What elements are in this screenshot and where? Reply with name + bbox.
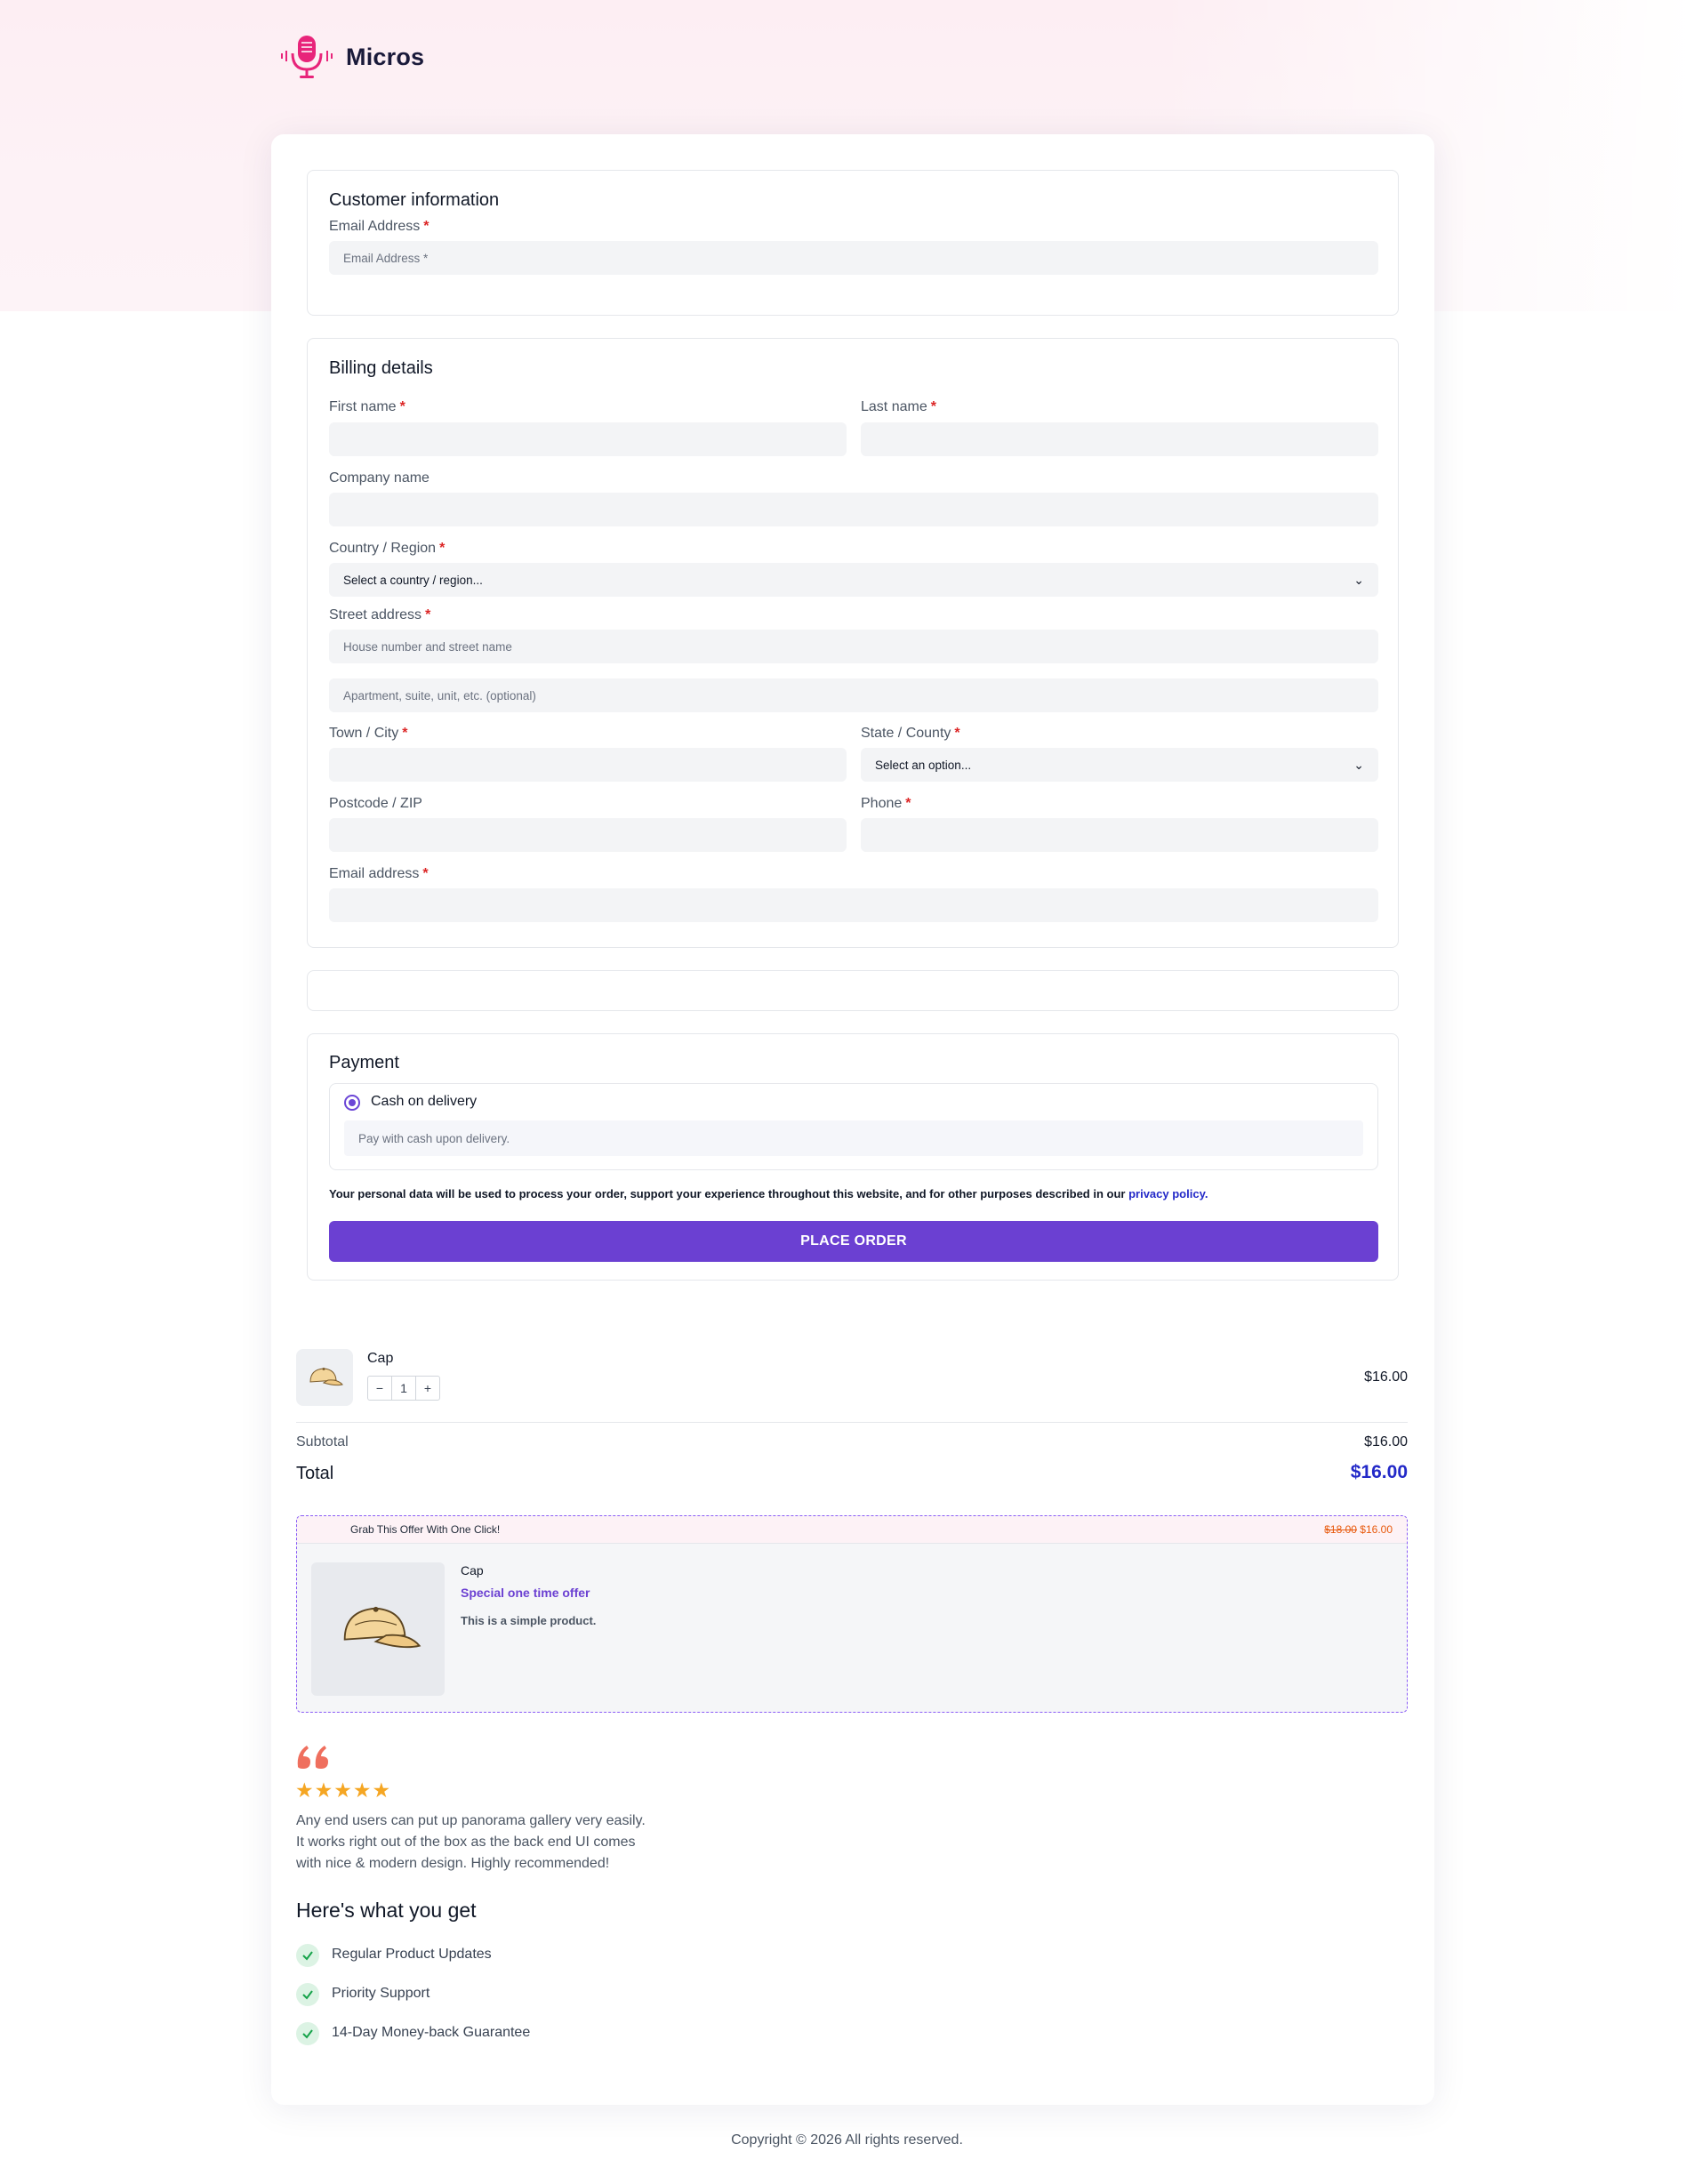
cash-on-delivery-label[interactable]: Cash on delivery xyxy=(371,1094,477,1110)
state-label: State / County * xyxy=(861,726,960,741)
street-label: Street address * xyxy=(329,607,431,622)
check-icon xyxy=(296,1983,319,2006)
microphone-logo-icon xyxy=(281,36,333,78)
offer-description: This is a simple product. xyxy=(461,1614,597,1627)
offer-price: $18.00 $16.00 xyxy=(1324,1523,1393,1536)
privacy-notice: Your personal data will be used to proce… xyxy=(329,1187,1208,1200)
brand-name: Micros xyxy=(346,43,425,70)
benefit-item: 14-Day Money-back Guarantee xyxy=(332,2025,531,2040)
benefits-title: Here's what you get xyxy=(296,1899,477,1922)
brand-logo[interactable]: Micros xyxy=(278,34,424,80)
customer-email-field[interactable]: Email Address * xyxy=(329,241,1378,275)
country-label: Country / Region * xyxy=(329,541,446,556)
payment-method-box: Cash on delivery Pay with cash upon deli… xyxy=(329,1083,1378,1170)
benefit-item: Priority Support xyxy=(332,1986,430,2001)
empty-section xyxy=(307,970,1399,1011)
chevron-down-icon: ⌄ xyxy=(1353,757,1364,772)
billing-section: Billing details First name * Last name * C… xyxy=(307,338,1399,948)
total-label: Total xyxy=(296,1464,334,1483)
customer-info-section: Customer information Email Address * Emai… xyxy=(307,170,1399,316)
first-name-label: First name * xyxy=(329,399,405,414)
first-name-field[interactable] xyxy=(329,422,847,456)
last-name-field[interactable] xyxy=(861,422,1378,456)
order-item-price: $16.00 xyxy=(1364,1369,1408,1385)
last-name-label: Last name * xyxy=(861,399,936,414)
offer-tagline: Special one time offer xyxy=(461,1586,590,1600)
phone-field[interactable] xyxy=(861,818,1378,852)
total-value: $16.00 xyxy=(1350,1462,1408,1482)
postcode-label: Postcode / ZIP xyxy=(329,796,422,811)
payment-description: Pay with cash upon delivery. xyxy=(344,1120,1363,1156)
copyright-footer: Copyright © 2026 All rights reserved. xyxy=(731,2132,963,2148)
section-title: Payment xyxy=(329,1053,399,1072)
privacy-policy-link[interactable]: privacy policy. xyxy=(1128,1187,1208,1200)
company-label: Company name xyxy=(329,470,430,486)
section-title: Customer information xyxy=(329,190,500,210)
chevron-down-icon: ⌄ xyxy=(1353,572,1364,587)
city-label: Town / City * xyxy=(329,726,408,741)
state-select[interactable]: Select an option... ⌄ xyxy=(861,748,1378,782)
cap-icon xyxy=(309,1368,343,1386)
offer-header: Grab This Offer With One Click! $18.00 $… xyxy=(297,1516,1407,1544)
testimonial-text: Any end users can put up panorama galler… xyxy=(296,1813,646,1871)
country-select[interactable]: Select a country / region... ⌄ xyxy=(329,563,1378,597)
check-icon xyxy=(296,1944,319,1967)
offer-headline: Grab This Offer With One Click! xyxy=(350,1523,501,1536)
quote-icon xyxy=(297,1746,328,1769)
qty-minus-button[interactable]: − xyxy=(368,1377,391,1400)
qty-value[interactable]: 1 xyxy=(391,1377,416,1400)
checkout-card: Customer information Email Address * Emai… xyxy=(271,134,1434,2105)
offer-product-name: Cap xyxy=(461,1563,484,1578)
order-item-name: Cap xyxy=(367,1351,394,1366)
offer-product-image xyxy=(311,1562,445,1696)
rating-stars: ★★★★★ xyxy=(295,1779,392,1802)
company-field[interactable] xyxy=(329,493,1378,526)
quantity-stepper[interactable]: − 1 + xyxy=(367,1376,440,1401)
street-address2-field[interactable]: Apartment, suite, unit, etc. (optional) xyxy=(329,678,1378,712)
subtotal-label: Subtotal xyxy=(296,1434,349,1449)
billing-email-label: Email address * xyxy=(329,866,429,881)
check-icon xyxy=(296,2022,319,2045)
email-label: Email Address * xyxy=(329,219,430,234)
billing-email-field[interactable] xyxy=(329,888,1378,922)
city-field[interactable] xyxy=(329,748,847,782)
product-thumbnail xyxy=(296,1349,353,1406)
section-title: Billing details xyxy=(329,358,433,378)
phone-label: Phone * xyxy=(861,796,911,811)
benefit-item: Regular Product Updates xyxy=(332,1947,492,1962)
qty-plus-button[interactable]: + xyxy=(416,1377,439,1400)
cap-icon xyxy=(343,1606,421,1649)
divider xyxy=(296,1422,1408,1423)
subtotal-value: $16.00 xyxy=(1364,1434,1408,1449)
place-order-button[interactable]: PLACE ORDER xyxy=(329,1221,1378,1262)
street-address-field[interactable]: House number and street name xyxy=(329,630,1378,663)
radio-selected-icon[interactable] xyxy=(344,1095,360,1111)
payment-section: Payment Cash on delivery Pay with cash u… xyxy=(307,1033,1399,1281)
postcode-field[interactable] xyxy=(329,818,847,852)
upsell-offer[interactable]: Grab This Offer With One Click! $18.00 $… xyxy=(296,1515,1408,1713)
